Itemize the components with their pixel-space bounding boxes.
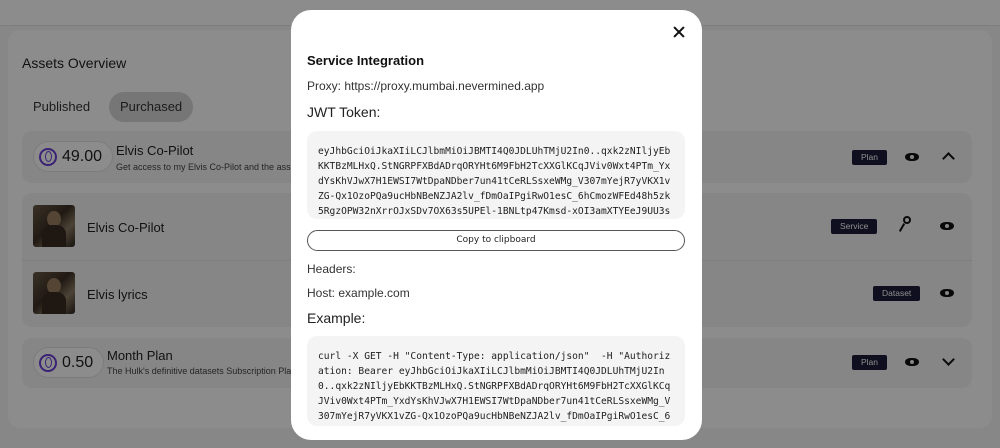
copy-to-clipboard-button[interactable]: Copy to clipboard — [307, 230, 685, 251]
proxy-url: Proxy: https://proxy.mumbai.nevermined.a… — [307, 79, 545, 93]
example-code: curl -X GET -H "Content-Type: applicatio… — [318, 351, 671, 422]
example-label: Example: — [307, 310, 366, 326]
close-icon[interactable] — [672, 25, 686, 39]
jwt-token: eyJhbGciOiJkaXIiLCJlbmMiOiJBMTI4Q0JDLUhT… — [318, 146, 671, 217]
modal-title: Service Integration — [307, 53, 425, 68]
example-code-box[interactable]: curl -X GET -H "Content-Type: applicatio… — [307, 336, 685, 426]
host-header: Host: example.com — [307, 286, 410, 300]
headers-label: Headers: — [307, 262, 356, 276]
jwt-label: JWT Token: — [307, 104, 381, 120]
jwt-token-box[interactable]: eyJhbGciOiJkaXIiLCJlbmMiOiJBMTI4Q0JDLUhT… — [307, 131, 685, 219]
service-integration-modal: Service Integration Proxy: https://proxy… — [291, 10, 702, 440]
